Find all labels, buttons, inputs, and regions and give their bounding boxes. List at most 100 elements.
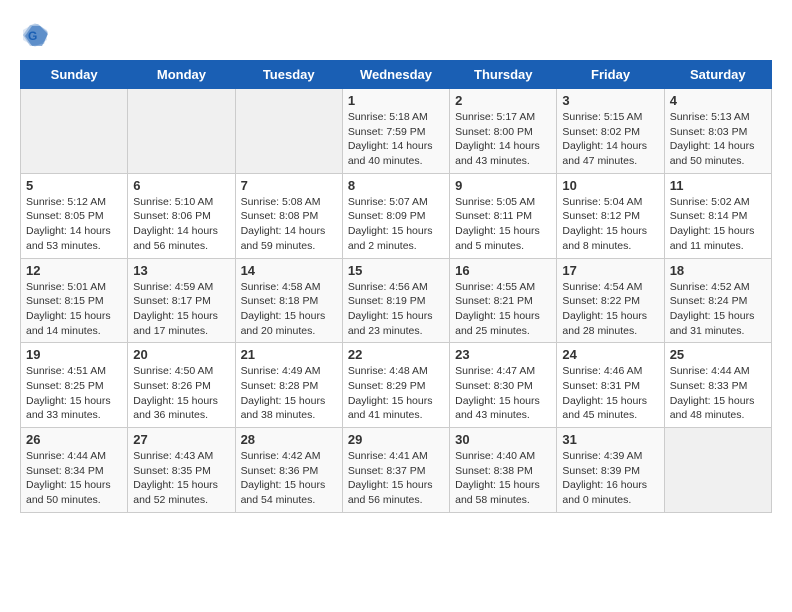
day-info: Sunrise: 4:49 AM Sunset: 8:28 PM Dayligh… [241,364,337,423]
day-number: 6 [133,178,229,193]
calendar-day-cell: 9 Sunrise: 5:05 AM Sunset: 8:11 PM Daylig… [450,173,557,258]
days-of-week-row: SundayMondayTuesdayWednesdayThursdayFrid… [21,61,772,89]
day-number: 22 [348,347,444,362]
day-info: Sunrise: 4:56 AM Sunset: 8:19 PM Dayligh… [348,280,444,339]
calendar-week-row: 5Sunrise: 5:12 AM Sunset: 8:05 PM Daylig… [21,173,772,258]
calendar-day-cell: 18 Sunrise: 4:52 AM Sunset: 8:24 PM Dayli… [664,258,771,343]
calendar-day-cell: 26Sunrise: 4:44 AM Sunset: 8:34 PM Dayli… [21,428,128,513]
day-info: Sunrise: 4:54 AM Sunset: 8:22 PM Dayligh… [562,280,658,339]
day-info: Sunrise: 4:58 AM Sunset: 8:18 PM Dayligh… [241,280,337,339]
day-number: 17 [562,263,658,278]
day-number: 28 [241,432,337,447]
day-of-week-header: Saturday [664,61,771,89]
day-of-week-header: Tuesday [235,61,342,89]
day-number: 13 [133,263,229,278]
day-info: Sunrise: 4:50 AM Sunset: 8:26 PM Dayligh… [133,364,229,423]
day-number: 21 [241,347,337,362]
calendar-day-cell: 15 Sunrise: 4:56 AM Sunset: 8:19 PM Dayli… [342,258,449,343]
calendar-day-cell [128,89,235,174]
day-number: 15 [348,263,444,278]
day-number: 14 [241,263,337,278]
day-info: Sunrise: 4:52 AM Sunset: 8:24 PM Dayligh… [670,280,766,339]
calendar-day-cell [235,89,342,174]
day-info: Sunrise: 4:51 AM Sunset: 8:25 PM Dayligh… [26,364,122,423]
day-info: Sunrise: 4:41 AM Sunset: 8:37 PM Dayligh… [348,449,444,508]
day-info: Sunrise: 4:46 AM Sunset: 8:31 PM Dayligh… [562,364,658,423]
day-number: 12 [26,263,122,278]
calendar-day-cell: 8 Sunrise: 5:07 AM Sunset: 8:09 PM Daylig… [342,173,449,258]
day-info: Sunrise: 5:18 AM Sunset: 7:59 PM Dayligh… [348,110,444,169]
calendar-day-cell: 20Sunrise: 4:50 AM Sunset: 8:26 PM Dayli… [128,343,235,428]
calendar-day-cell: 23Sunrise: 4:47 AM Sunset: 8:30 PM Dayli… [450,343,557,428]
day-number: 1 [348,93,444,108]
calendar-week-row: 1 Sunrise: 5:18 AM Sunset: 7:59 PM Daylig… [21,89,772,174]
day-number: 19 [26,347,122,362]
calendar-day-cell: 28 Sunrise: 4:42 AM Sunset: 8:36 PM Dayli… [235,428,342,513]
day-number: 11 [670,178,766,193]
day-info: Sunrise: 5:05 AM Sunset: 8:11 PM Dayligh… [455,195,551,254]
calendar-day-cell: 30 Sunrise: 4:40 AM Sunset: 8:38 PM Dayli… [450,428,557,513]
day-info: Sunrise: 5:07 AM Sunset: 8:09 PM Dayligh… [348,195,444,254]
day-number: 24 [562,347,658,362]
calendar-day-cell: 19 Sunrise: 4:51 AM Sunset: 8:25 PM Dayli… [21,343,128,428]
day-number: 2 [455,93,551,108]
day-info: Sunrise: 4:40 AM Sunset: 8:38 PM Dayligh… [455,449,551,508]
calendar-day-cell [664,428,771,513]
day-info: Sunrise: 5:12 AM Sunset: 8:05 PM Dayligh… [26,195,122,254]
logo: G [20,20,54,50]
day-info: Sunrise: 5:08 AM Sunset: 8:08 PM Dayligh… [241,195,337,254]
calendar-day-cell: 17 Sunrise: 4:54 AM Sunset: 8:22 PM Dayli… [557,258,664,343]
day-number: 4 [670,93,766,108]
day-number: 10 [562,178,658,193]
day-of-week-header: Monday [128,61,235,89]
calendar-week-row: 12 Sunrise: 5:01 AM Sunset: 8:15 PM Dayli… [21,258,772,343]
day-number: 29 [348,432,444,447]
day-info: Sunrise: 5:15 AM Sunset: 8:02 PM Dayligh… [562,110,658,169]
calendar-day-cell: 2Sunrise: 5:17 AM Sunset: 8:00 PM Daylig… [450,89,557,174]
day-number: 26 [26,432,122,447]
calendar-body: 1 Sunrise: 5:18 AM Sunset: 7:59 PM Daylig… [21,89,772,513]
calendar-day-cell: 4 Sunrise: 5:13 AM Sunset: 8:03 PM Daylig… [664,89,771,174]
calendar-day-cell: 13 Sunrise: 4:59 AM Sunset: 8:17 PM Dayli… [128,258,235,343]
day-number: 8 [348,178,444,193]
logo-icon: G [20,20,50,50]
calendar-day-cell: 12 Sunrise: 5:01 AM Sunset: 8:15 PM Dayli… [21,258,128,343]
calendar-day-cell: 6 Sunrise: 5:10 AM Sunset: 8:06 PM Daylig… [128,173,235,258]
day-info: Sunrise: 4:39 AM Sunset: 8:39 PM Dayligh… [562,449,658,508]
day-number: 27 [133,432,229,447]
day-number: 25 [670,347,766,362]
day-number: 30 [455,432,551,447]
calendar-day-cell: 25 Sunrise: 4:44 AM Sunset: 8:33 PM Dayli… [664,343,771,428]
day-info: Sunrise: 4:47 AM Sunset: 8:30 PM Dayligh… [455,364,551,423]
day-number: 18 [670,263,766,278]
day-info: Sunrise: 4:43 AM Sunset: 8:35 PM Dayligh… [133,449,229,508]
calendar-header: SundayMondayTuesdayWednesdayThursdayFrid… [21,61,772,89]
day-info: Sunrise: 5:13 AM Sunset: 8:03 PM Dayligh… [670,110,766,169]
day-number: 9 [455,178,551,193]
day-info: Sunrise: 4:48 AM Sunset: 8:29 PM Dayligh… [348,364,444,423]
calendar-day-cell: 11 Sunrise: 5:02 AM Sunset: 8:14 PM Dayli… [664,173,771,258]
calendar-day-cell: 29 Sunrise: 4:41 AM Sunset: 8:37 PM Dayli… [342,428,449,513]
day-info: Sunrise: 4:59 AM Sunset: 8:17 PM Dayligh… [133,280,229,339]
calendar-day-cell: 27 Sunrise: 4:43 AM Sunset: 8:35 PM Dayli… [128,428,235,513]
day-info: Sunrise: 4:55 AM Sunset: 8:21 PM Dayligh… [455,280,551,339]
calendar-day-cell: 24 Sunrise: 4:46 AM Sunset: 8:31 PM Dayli… [557,343,664,428]
day-info: Sunrise: 5:01 AM Sunset: 8:15 PM Dayligh… [26,280,122,339]
calendar-day-cell: 14 Sunrise: 4:58 AM Sunset: 8:18 PM Dayli… [235,258,342,343]
calendar-day-cell: 3 Sunrise: 5:15 AM Sunset: 8:02 PM Daylig… [557,89,664,174]
day-info: Sunrise: 5:10 AM Sunset: 8:06 PM Dayligh… [133,195,229,254]
calendar-day-cell: 1 Sunrise: 5:18 AM Sunset: 7:59 PM Daylig… [342,89,449,174]
day-of-week-header: Sunday [21,61,128,89]
calendar-table: SundayMondayTuesdayWednesdayThursdayFrid… [20,60,772,513]
day-info: Sunrise: 4:44 AM Sunset: 8:33 PM Dayligh… [670,364,766,423]
day-info: Sunrise: 5:02 AM Sunset: 8:14 PM Dayligh… [670,195,766,254]
day-number: 3 [562,93,658,108]
day-info: Sunrise: 4:42 AM Sunset: 8:36 PM Dayligh… [241,449,337,508]
calendar-day-cell: 16 Sunrise: 4:55 AM Sunset: 8:21 PM Dayli… [450,258,557,343]
day-of-week-header: Thursday [450,61,557,89]
day-number: 16 [455,263,551,278]
day-of-week-header: Wednesday [342,61,449,89]
calendar-day-cell: 10 Sunrise: 5:04 AM Sunset: 8:12 PM Dayli… [557,173,664,258]
day-info: Sunrise: 5:04 AM Sunset: 8:12 PM Dayligh… [562,195,658,254]
day-number: 7 [241,178,337,193]
